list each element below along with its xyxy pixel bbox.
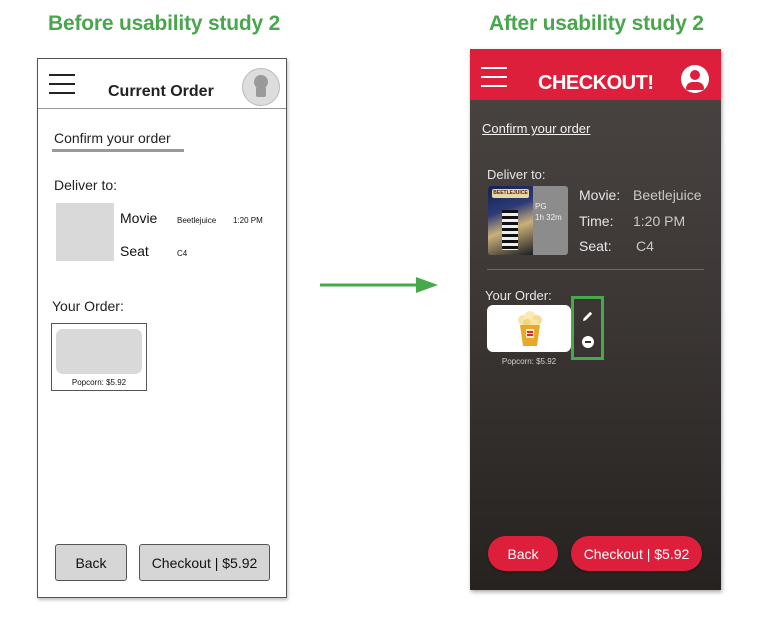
seat-value: C4 bbox=[177, 249, 188, 258]
popcorn-icon bbox=[518, 311, 542, 346]
poster-runtime: 1h 32m bbox=[535, 213, 562, 222]
poster-logo: BEETLEJUICE bbox=[492, 189, 529, 198]
checkout-button[interactable]: Checkout | $5.92 bbox=[139, 544, 270, 581]
section-divider bbox=[487, 269, 704, 270]
deliver-label: Deliver to: bbox=[54, 177, 118, 193]
seat-label: Seat bbox=[120, 243, 149, 259]
menu-icon[interactable] bbox=[481, 67, 507, 87]
transition-arrow-icon bbox=[320, 277, 438, 293]
deliver-label: Deliver to: bbox=[487, 167, 546, 182]
movie-value: Beetlejuice bbox=[177, 216, 217, 225]
movie-label: Movie: bbox=[579, 187, 621, 203]
item-image-placeholder bbox=[56, 329, 142, 374]
avatar-icon[interactable] bbox=[242, 68, 280, 106]
time-value: 1:20 PM bbox=[633, 213, 686, 229]
order-item-card[interactable] bbox=[487, 305, 571, 352]
account-icon[interactable] bbox=[681, 65, 709, 93]
item-caption: Popcorn: $5.92 bbox=[501, 357, 557, 366]
poster-figure bbox=[502, 210, 518, 250]
your-order-label: Your Order: bbox=[485, 288, 552, 303]
seat-value: C4 bbox=[636, 238, 654, 254]
after-heading: After usability study 2 bbox=[489, 12, 704, 35]
poster-info: PG 1h 32m bbox=[535, 201, 562, 223]
confirm-underline bbox=[52, 149, 184, 152]
movie-poster: BEETLEJUICE PG 1h 32m bbox=[488, 186, 568, 255]
after-header: CHECKOUT! bbox=[470, 49, 721, 100]
minus-circle-icon[interactable] bbox=[582, 336, 594, 348]
menu-icon[interactable] bbox=[49, 74, 75, 94]
back-button[interactable]: Back bbox=[55, 544, 127, 581]
time-label: Time: bbox=[579, 213, 614, 229]
before-wireframe: Current Order Confirm your order Deliver… bbox=[37, 58, 287, 598]
order-item-card[interactable]: Popcorn: $5.92 bbox=[51, 323, 147, 391]
movie-thumbnail-placeholder bbox=[56, 203, 114, 261]
before-heading: Before usability study 2 bbox=[48, 12, 281, 35]
after-mockup: CHECKOUT! Confirm your order Deliver to:… bbox=[470, 49, 721, 590]
movie-value: Beetlejuice bbox=[633, 187, 702, 203]
before-header: Current Order bbox=[38, 59, 286, 109]
back-button[interactable]: Back bbox=[488, 536, 558, 571]
pencil-icon[interactable] bbox=[582, 310, 594, 322]
poster-art: BEETLEJUICE bbox=[488, 186, 533, 255]
confirm-order-link[interactable]: Confirm your order bbox=[482, 121, 590, 136]
item-caption: Popcorn: $5.92 bbox=[71, 378, 127, 387]
movie-label: Movie bbox=[120, 210, 158, 226]
confirm-order-link[interactable]: Confirm your order bbox=[54, 130, 171, 146]
your-order-label: Your Order: bbox=[52, 298, 124, 314]
checkout-button[interactable]: Checkout | $5.92 bbox=[571, 536, 702, 571]
seat-label: Seat: bbox=[579, 238, 612, 254]
time-value: 1:20 PM bbox=[233, 216, 263, 225]
poster-rating: PG bbox=[535, 202, 547, 211]
item-actions-highlight bbox=[571, 296, 604, 360]
page-title: CHECKOUT! bbox=[538, 72, 654, 94]
page-title: Current Order bbox=[108, 83, 214, 100]
